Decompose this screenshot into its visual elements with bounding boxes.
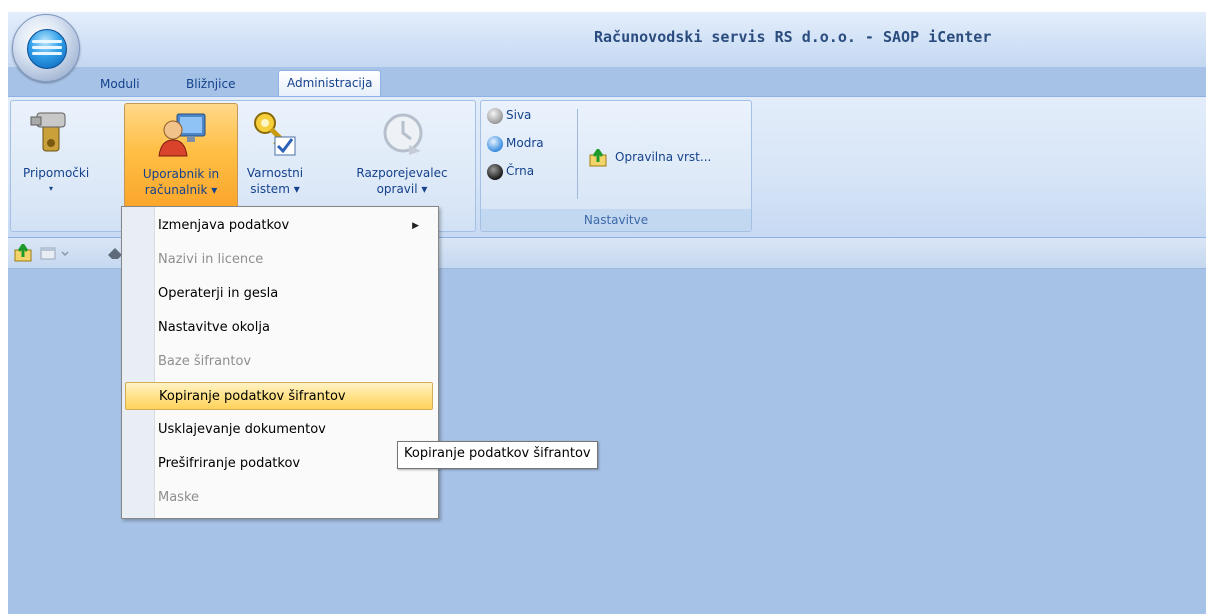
menu-item-label: Baze šifrantov [158, 354, 252, 369]
menu-item-label: Usklajevanje dokumentov [158, 422, 326, 437]
sistem-label: sistem ▾ [250, 182, 300, 196]
menu-item-label: Nazivi in licence [158, 252, 264, 267]
taskbar-up-icon [589, 146, 607, 166]
ribbon-tabs: Moduli Bližnjice Administracija [8, 70, 1206, 97]
security-key-icon [254, 112, 296, 156]
submenu-arrow-icon: ▶ [412, 221, 419, 231]
app-logo-icon [27, 29, 67, 69]
modra-label: Modra [506, 136, 544, 150]
menu-item-izmenjava-podatkov[interactable]: Izmenjava podatkov ▶ [125, 212, 433, 240]
style-modra-button[interactable]: Modra [487, 131, 544, 155]
application-menu-button[interactable] [12, 14, 80, 82]
tooltip: Kopiranje podatkov šifrantov [397, 441, 598, 469]
scheduler-clock-icon [383, 113, 423, 155]
uporabnik-racunalnik-button[interactable]: Uporabnik in računalnik ▾ [124, 103, 238, 209]
pripomocki-button[interactable]: Pripomočki ▾ [23, 103, 90, 207]
tools-icon [30, 112, 66, 152]
opravilna-vrstica-button[interactable]: Opravilna vrst... [589, 145, 711, 169]
menu-item-label: Maske [158, 490, 200, 505]
nastavitve-group-label: Nastavitve [481, 209, 751, 231]
menu-item-label: Operaterji in gesla [158, 286, 279, 301]
menu-item-presifriranje-podatkov[interactable]: Prešifriranje podatkov [125, 450, 433, 478]
menu-item-nastavitve-okolja[interactable]: Nastavitve okolja [125, 314, 433, 342]
menu-item-label: Izmenjava podatkov [158, 218, 290, 233]
menu-item-label: Kopiranje podatkov šifrantov [159, 389, 346, 404]
opravil-label: opravil ▾ [376, 182, 428, 196]
menu-item-label: Nastavitve okolja [158, 320, 270, 335]
menu-item-kopiranje-podatkov-sifrantov[interactable]: Kopiranje podatkov šifrantov [125, 382, 433, 410]
racunalnik-label: računalnik ▾ [144, 183, 218, 197]
menu-item-operaterji-gesla[interactable]: Operaterji in gesla [125, 280, 433, 308]
context-menu: Izmenjava podatkov ▶ Nazivi in licence O… [121, 206, 439, 519]
gray-orb-icon [487, 107, 503, 124]
menu-item-maske[interactable]: Maske [125, 484, 433, 512]
menu-item-label: Prešifriranje podatkov [158, 456, 301, 471]
tab-moduli[interactable]: Moduli [92, 74, 148, 96]
siva-label: Siva [506, 108, 532, 122]
pripomocki-label: Pripomočki [23, 166, 90, 180]
tab-administracija[interactable]: Administracija [278, 70, 382, 97]
ribbon-group-nastavitve: Siva Modra Črna Opravilna vrst... Nastav… [480, 100, 752, 232]
crna-label: Črna [506, 164, 535, 178]
razporejevalec-opravil-button[interactable]: Razporejevalec opravil ▾ [341, 103, 463, 207]
taskbar-up-icon[interactable] [14, 244, 36, 262]
tab-bliznjice[interactable]: Bližnjice [178, 74, 243, 96]
style-siva-button[interactable]: Siva [487, 103, 531, 127]
varnostni-label: Varnostni [246, 166, 304, 180]
style-crna-button[interactable]: Črna [487, 159, 534, 183]
title-bar: Računovodski servis RS d.o.o. - SAOP iCe… [8, 12, 1206, 67]
window-title: Računovodski servis RS d.o.o. - SAOP iCe… [594, 28, 992, 46]
menu-item-nazivi-licence[interactable]: Nazivi in licence [125, 246, 433, 274]
user-computer-icon [158, 113, 206, 157]
dropdown-arrow-icon: ▾ [48, 184, 53, 193]
varnostni-sistem-button[interactable]: Varnostni sistem ▾ [243, 103, 307, 207]
black-orb-icon [487, 163, 503, 180]
menu-item-baze-sifrantov[interactable]: Baze šifrantov [125, 348, 433, 376]
uporabnik-label: Uporabnik in [142, 167, 220, 181]
menu-item-usklajevanje-dokumentov[interactable]: Usklajevanje dokumentov [125, 416, 433, 444]
razporejevalec-label: Razporejevalec [356, 166, 448, 180]
group-separator [577, 109, 578, 199]
blue-orb-icon [487, 135, 503, 152]
window-icon[interactable] [40, 245, 74, 261]
opravilna-label: Opravilna vrst... [615, 150, 712, 164]
